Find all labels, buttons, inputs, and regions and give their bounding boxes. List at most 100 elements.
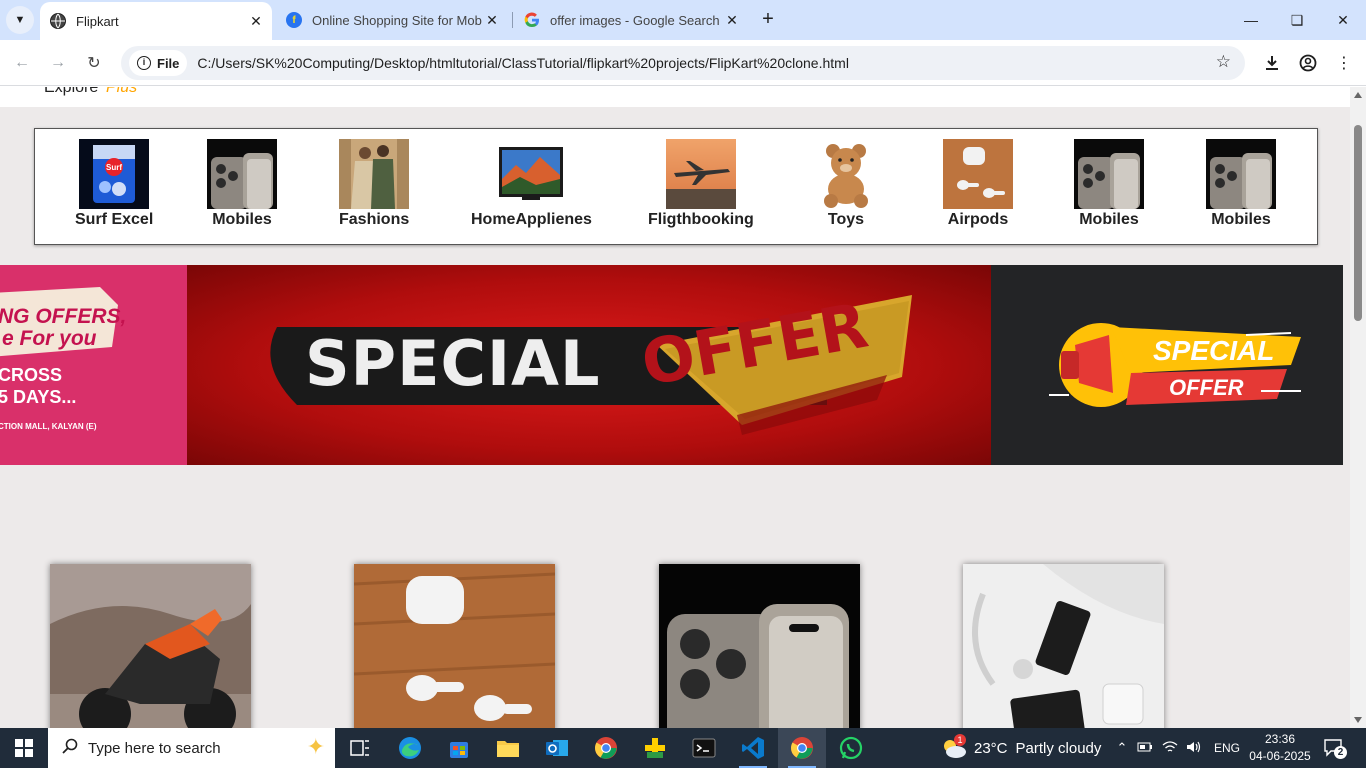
category-flight-booking[interactable]: Fligthbooking bbox=[648, 139, 754, 229]
notification-center-button[interactable]: 2 bbox=[1322, 736, 1347, 760]
category-fashions[interactable]: Fashions bbox=[339, 139, 409, 229]
download-icon[interactable] bbox=[1258, 49, 1286, 77]
edge-icon bbox=[399, 737, 421, 759]
outlook-app[interactable] bbox=[533, 728, 581, 768]
category-label: Fashions bbox=[339, 211, 410, 228]
product-card-bike[interactable] bbox=[50, 564, 251, 728]
battery-icon[interactable] bbox=[1132, 741, 1158, 756]
tab-search-button[interactable]: ▼ bbox=[6, 6, 34, 34]
category-mobiles[interactable]: Mobiles bbox=[207, 139, 277, 229]
category-label: Surf Excel bbox=[75, 211, 154, 228]
chrome-app-active[interactable] bbox=[778, 728, 826, 768]
wifi-icon[interactable] bbox=[1158, 740, 1182, 757]
outlook-icon bbox=[546, 740, 568, 756]
product-card-airpods[interactable] bbox=[354, 564, 555, 728]
category-toys[interactable]: Toys bbox=[811, 139, 881, 229]
sparkle-icon: ✦ bbox=[306, 734, 325, 759]
close-window-button[interactable]: ✕ bbox=[1320, 0, 1366, 40]
task-view-button[interactable] bbox=[336, 728, 384, 768]
category-label: Toys bbox=[827, 211, 865, 228]
globe-icon bbox=[50, 13, 66, 29]
banner-special-offer[interactable]: SPECIAL OFFER bbox=[187, 265, 991, 465]
bookmark-star-icon[interactable]: ☆ bbox=[1216, 52, 1231, 72]
banner-text: CTION MALL, KALYAN (E) bbox=[0, 422, 97, 431]
system-clock[interactable]: 23:36 04-06-2025 bbox=[1245, 731, 1315, 765]
close-icon[interactable]: ✕ bbox=[246, 11, 266, 31]
scroll-up-arrow-icon[interactable] bbox=[1354, 92, 1362, 98]
iphone-image bbox=[659, 564, 860, 728]
tab-google-search[interactable]: offer images - Google Search ✕ bbox=[514, 0, 748, 40]
plus-cross-icon bbox=[645, 738, 665, 758]
terminal-icon bbox=[692, 738, 716, 758]
iphone-thumb bbox=[1206, 139, 1276, 209]
restore-button[interactable]: ❏ bbox=[1274, 0, 1320, 40]
fashion-thumb bbox=[339, 139, 410, 209]
banner-text: e For you bbox=[2, 327, 97, 350]
app-installer-app[interactable] bbox=[631, 728, 679, 768]
product-card-gadgets[interactable] bbox=[963, 564, 1164, 728]
category-label: Mobiles bbox=[1079, 211, 1139, 228]
tab-flipkart[interactable]: Flipkart ✕ bbox=[40, 2, 272, 40]
category-label: Fligthbooking bbox=[648, 211, 754, 228]
category-airpods[interactable]: Airpods bbox=[943, 139, 1013, 229]
back-button[interactable]: ← bbox=[8, 49, 36, 77]
taskbar-search[interactable]: Type here to search ✦ bbox=[48, 728, 335, 768]
terminal-app[interactable] bbox=[680, 728, 728, 768]
category-strip: Surf Surf Excel Mobiles Fashions HomeApp… bbox=[34, 128, 1318, 245]
vscode-icon bbox=[742, 737, 764, 759]
vscode-app[interactable] bbox=[729, 728, 777, 768]
site-info-button[interactable]: i File bbox=[129, 50, 188, 76]
product-card-iphone[interactable] bbox=[659, 564, 860, 728]
volume-icon[interactable] bbox=[1182, 740, 1206, 757]
flipkart-icon: f bbox=[286, 12, 302, 28]
url-text[interactable]: C:/Users/SK%20Computing/Desktop/htmltuto… bbox=[197, 55, 849, 71]
scroll-down-arrow-icon[interactable] bbox=[1354, 717, 1362, 723]
tab-online-shopping[interactable]: f Online Shopping Site for Mobile ✕ bbox=[276, 0, 508, 40]
airpods-image bbox=[354, 564, 555, 728]
search-placeholder: Type here to search bbox=[88, 739, 221, 757]
tab-title: Flipkart bbox=[76, 13, 119, 29]
category-surf-excel[interactable]: Surf Surf Excel bbox=[75, 139, 153, 229]
site-header: Explore Plus bbox=[0, 87, 1350, 107]
explore-link[interactable]: Explore bbox=[44, 87, 98, 97]
airpods-thumb bbox=[943, 139, 1013, 209]
banner-mall-offers[interactable]: NG OFFERS, e For you CROSS 5 DAYS... CTI… bbox=[0, 265, 187, 465]
language-indicator[interactable]: ENG bbox=[1214, 741, 1240, 755]
category-mobiles[interactable]: Mobiles bbox=[1074, 139, 1144, 229]
new-tab-button[interactable]: + bbox=[756, 8, 780, 32]
special-text: SPECIAL bbox=[1153, 335, 1275, 366]
browser-tab-bar: ▼ Flipkart ✕ f Online Shopping Site for … bbox=[0, 0, 1366, 40]
profile-icon[interactable] bbox=[1294, 49, 1322, 77]
tab-title: offer images - Google Search bbox=[550, 12, 720, 28]
page-scrollbar[interactable] bbox=[1350, 87, 1366, 728]
weather-widget[interactable]: 1 23°C Partly cloudy bbox=[940, 728, 1101, 768]
show-hidden-icons-icon[interactable]: ⌃ bbox=[1112, 740, 1132, 756]
weather-temp: 23°C bbox=[974, 739, 1008, 757]
google-icon bbox=[524, 12, 540, 28]
file-explorer-app[interactable] bbox=[484, 728, 532, 768]
banner-special-offer-megaphone[interactable]: SPECIAL OFFER bbox=[991, 265, 1343, 465]
kebab-menu-icon[interactable]: ⋮ bbox=[1330, 49, 1358, 77]
scrollbar-thumb[interactable] bbox=[1354, 125, 1362, 321]
store-app[interactable] bbox=[435, 728, 483, 768]
weather-badge: 1 bbox=[954, 734, 966, 746]
forward-button[interactable]: → bbox=[44, 49, 72, 77]
teddy-bear-thumb bbox=[811, 139, 881, 209]
chrome-app[interactable] bbox=[582, 728, 630, 768]
close-icon[interactable]: ✕ bbox=[482, 10, 502, 30]
minimize-button[interactable]: — bbox=[1228, 0, 1274, 40]
address-bar[interactable]: i File C:/Users/SK%20Computing/Desktop/h… bbox=[121, 46, 1245, 80]
whatsapp-app[interactable] bbox=[827, 728, 875, 768]
plus-link[interactable]: Plus bbox=[106, 87, 137, 97]
tab-title: Online Shopping Site for Mobile bbox=[312, 12, 482, 28]
category-home-appliances[interactable]: HomeApplienes bbox=[471, 139, 592, 229]
start-button[interactable] bbox=[0, 728, 48, 768]
edge-app[interactable] bbox=[386, 728, 434, 768]
banner-text: 5 DAYS... bbox=[0, 387, 77, 407]
reload-button[interactable]: ↻ bbox=[80, 49, 108, 77]
clock-date: 04-06-2025 bbox=[1249, 749, 1311, 763]
close-icon[interactable]: ✕ bbox=[722, 10, 742, 30]
banner-carousel: NG OFFERS, e For you CROSS 5 DAYS... CTI… bbox=[0, 265, 1350, 465]
special-text: SPECIAL bbox=[305, 327, 601, 400]
category-mobiles[interactable]: Mobiles bbox=[1206, 139, 1276, 229]
